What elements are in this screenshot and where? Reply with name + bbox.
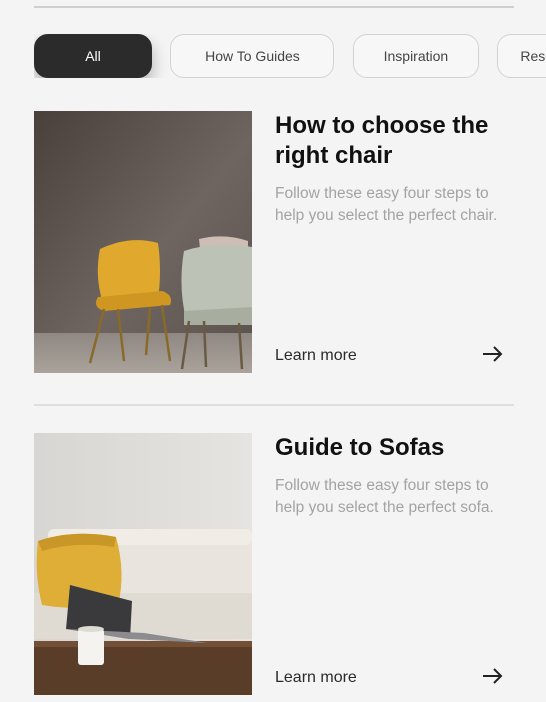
article-card-sofa[interactable]: Guide to Sofas Follow these easy four st… (34, 433, 514, 697)
filter-chip-label: All (85, 48, 101, 64)
article-title[interactable]: How to choose the right chair (275, 111, 511, 171)
filter-chip-label: Inspiration (383, 48, 449, 64)
article-description: Follow these easy four steps to help you… (275, 185, 498, 224)
filter-chip-label: How To Guides (205, 48, 300, 64)
arrow-right-icon[interactable] (480, 663, 506, 689)
top-divider (34, 6, 514, 8)
article-card-chair[interactable]: How to choose the right chair Follow the… (34, 111, 514, 375)
category-filter-bar: All How To Guides Inspiration Resources (34, 34, 546, 78)
filter-chip-all[interactable]: All (34, 34, 152, 78)
card-divider (34, 404, 514, 406)
chairs-photo (34, 111, 252, 373)
filter-chip-resources[interactable]: Resources (497, 34, 546, 78)
filter-chip-how-to-guides[interactable]: How To Guides (170, 34, 335, 78)
filter-chip-inspiration[interactable]: Inspiration (352, 34, 479, 78)
learn-more-link[interactable]: Learn more (275, 347, 357, 365)
arrow-right-icon[interactable] (480, 341, 506, 367)
filter-chip-label: Resources (520, 48, 546, 64)
article-title[interactable]: Guide to Sofas (275, 433, 511, 463)
sofa-photo (34, 433, 252, 695)
article-description: Follow these easy four steps to help you… (275, 477, 494, 516)
learn-more-link[interactable]: Learn more (275, 669, 357, 687)
